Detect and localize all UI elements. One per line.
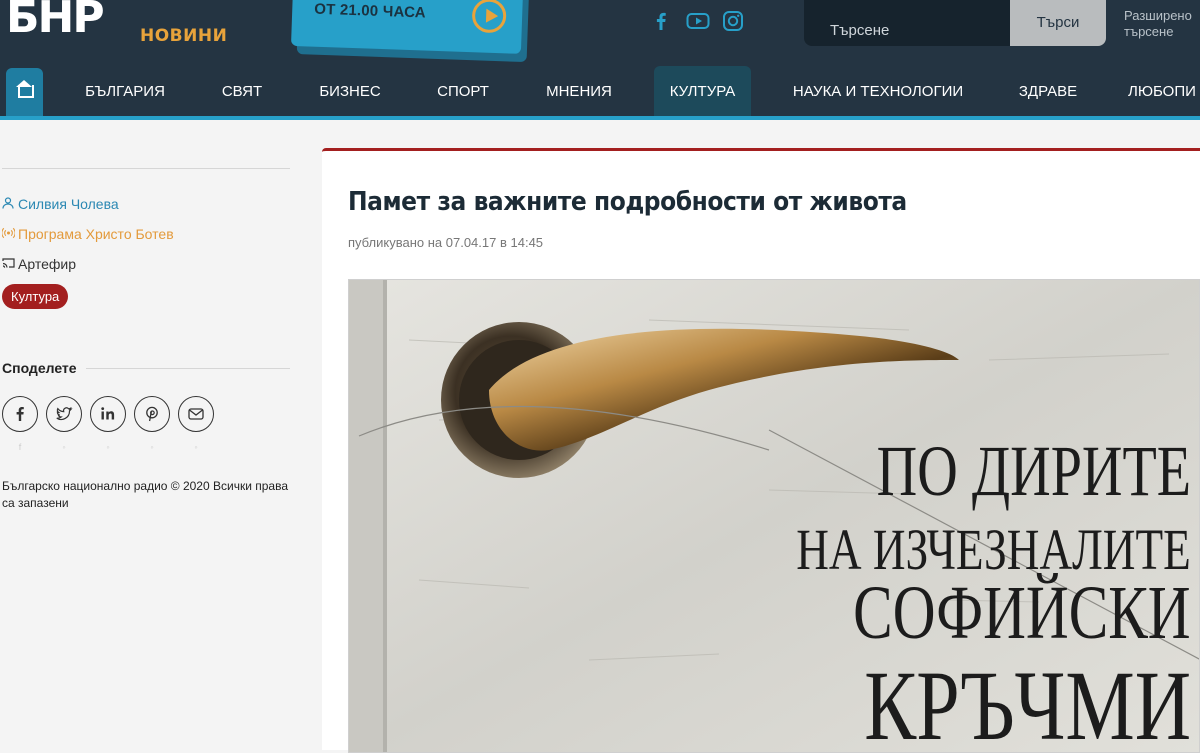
twitter-icon bbox=[56, 407, 73, 421]
image-caption-line: ПО ДИРИТЕ bbox=[876, 431, 1191, 511]
nav-item-health[interactable]: ЗДРАВЕ bbox=[1004, 66, 1092, 116]
nav-item-business[interactable]: БИЗНЕС bbox=[306, 66, 394, 116]
author-link[interactable]: Силвия Чолева bbox=[2, 196, 119, 212]
program-name: Програма Христо Ботев bbox=[18, 226, 174, 242]
youtube-icon[interactable] bbox=[686, 10, 710, 32]
article-card: Памет за важните подробности от живота п… bbox=[322, 148, 1200, 753]
share-facebook-button[interactable] bbox=[2, 396, 38, 432]
nav-item-culture[interactable]: КУЛТУРА bbox=[654, 66, 751, 116]
pinterest-icon bbox=[146, 406, 158, 422]
logo-mark: БНР bbox=[6, 0, 105, 43]
facebook-icon[interactable] bbox=[650, 10, 672, 32]
category-tag[interactable]: Култура bbox=[2, 284, 69, 309]
nav-item-opinions[interactable]: МНЕНИЯ bbox=[534, 66, 624, 116]
article-title: Памет за важните подробности от живота bbox=[348, 187, 907, 217]
play-icon[interactable] bbox=[471, 0, 507, 34]
linkedin-icon bbox=[101, 407, 115, 420]
instagram-icon[interactable] bbox=[722, 10, 744, 32]
live-promo-banner[interactable]: ОТ 21.00 ЧАСА bbox=[290, 0, 530, 63]
nav-item-bulgaria[interactable]: БЪЛГАРИЯ bbox=[72, 66, 178, 116]
share-linkedin-button[interactable] bbox=[90, 396, 126, 432]
program-link[interactable]: Програма Христо Ботев bbox=[1, 226, 174, 242]
article-sidebar: Силвия Чолева Програма Христо Ботев Арте… bbox=[0, 120, 300, 750]
copyright-text: Българско национално радио © 2020 Всички… bbox=[2, 479, 288, 510]
logo-subtitle: НОВИНИ bbox=[140, 26, 228, 46]
nav-item-sport[interactable]: СПОРТ bbox=[424, 66, 502, 116]
home-icon[interactable] bbox=[6, 68, 43, 116]
share-count-placeholder: f bbox=[18, 442, 22, 452]
cast-icon bbox=[2, 256, 16, 272]
top-header: БНР НОВИНИ ОТ 21.00 ЧАСА Търси Разширено… bbox=[0, 0, 1200, 120]
article-hero-image: ПО ДИРИТЕ НА ИЗЧЕЗНАЛИТЕ СОФИЙСКИ КРЪЧМИ bbox=[348, 279, 1200, 753]
share-count-placeholder: ◦ bbox=[194, 442, 198, 452]
main-nav: БЪЛГАРИЯ СВЯТ БИЗНЕС СПОРТ МНЕНИЯ КУЛТУР… bbox=[0, 66, 1200, 120]
image-caption-line: КРЪЧМИ bbox=[864, 650, 1191, 753]
image-caption-line: СОФИЙСКИ bbox=[853, 571, 1191, 655]
search-input[interactable] bbox=[804, 0, 1010, 46]
user-icon bbox=[2, 196, 16, 212]
nav-item-world[interactable]: СВЯТ bbox=[206, 66, 278, 116]
share-count-placeholder: ◦ bbox=[106, 442, 110, 452]
nav-item-curious[interactable]: ЛЮБОПИ bbox=[1128, 66, 1200, 116]
share-count-placeholder: ◦ bbox=[62, 442, 66, 452]
show-link[interactable]: Артефир bbox=[2, 256, 76, 272]
radio-waves-icon bbox=[1, 226, 16, 242]
email-icon bbox=[188, 408, 204, 420]
share-heading: Споделете bbox=[2, 360, 77, 376]
publish-date: публикувано на 07.04.17 в 14:45 bbox=[348, 235, 544, 250]
facebook-icon bbox=[16, 407, 24, 421]
nav-item-science-technology[interactable]: НАУКА И ТЕХНОЛОГИИ bbox=[786, 66, 970, 116]
social-links bbox=[650, 10, 744, 32]
promo-text: ОТ 21.00 ЧАСА bbox=[313, 0, 427, 22]
show-name: Артефир bbox=[18, 256, 76, 272]
bnr-logo[interactable]: БНР НОВИНИ bbox=[4, 0, 227, 50]
search-button[interactable]: Търси bbox=[1010, 0, 1106, 46]
share-twitter-button[interactable] bbox=[46, 396, 82, 432]
share-email-button[interactable] bbox=[178, 396, 214, 432]
share-pinterest-button[interactable] bbox=[134, 396, 170, 432]
advanced-search-link[interactable]: Разширено търсене bbox=[1124, 8, 1200, 40]
divider bbox=[2, 168, 290, 169]
share-count-placeholder: ◦ bbox=[150, 442, 154, 452]
divider bbox=[86, 368, 290, 369]
author-name: Силвия Чолева bbox=[18, 196, 119, 212]
